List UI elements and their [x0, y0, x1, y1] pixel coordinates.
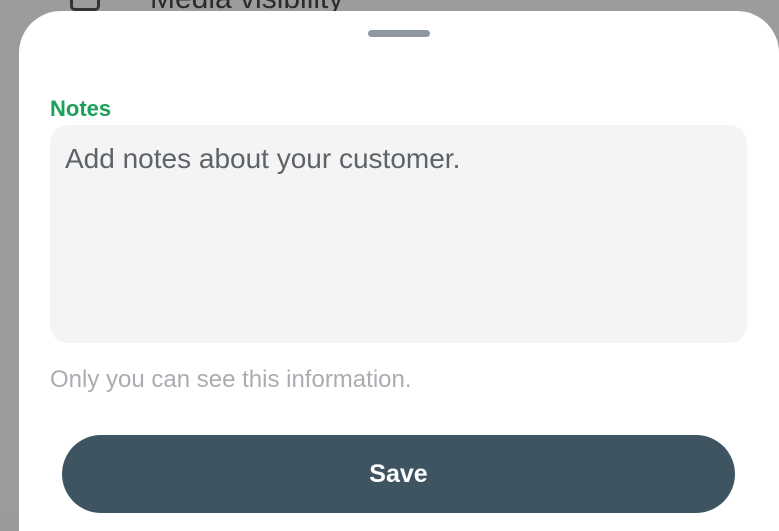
notes-field-container[interactable] — [50, 125, 747, 343]
privacy-helper-text: Only you can see this information. — [50, 366, 412, 393]
notes-bottom-sheet: Notes Only you can see this information.… — [19, 11, 779, 531]
notes-input[interactable] — [65, 143, 732, 325]
checkbox-icon — [70, 0, 100, 11]
notes-label: Notes — [50, 96, 112, 121]
save-button[interactable]: Save — [62, 435, 735, 513]
drag-handle-icon[interactable] — [368, 30, 430, 37]
